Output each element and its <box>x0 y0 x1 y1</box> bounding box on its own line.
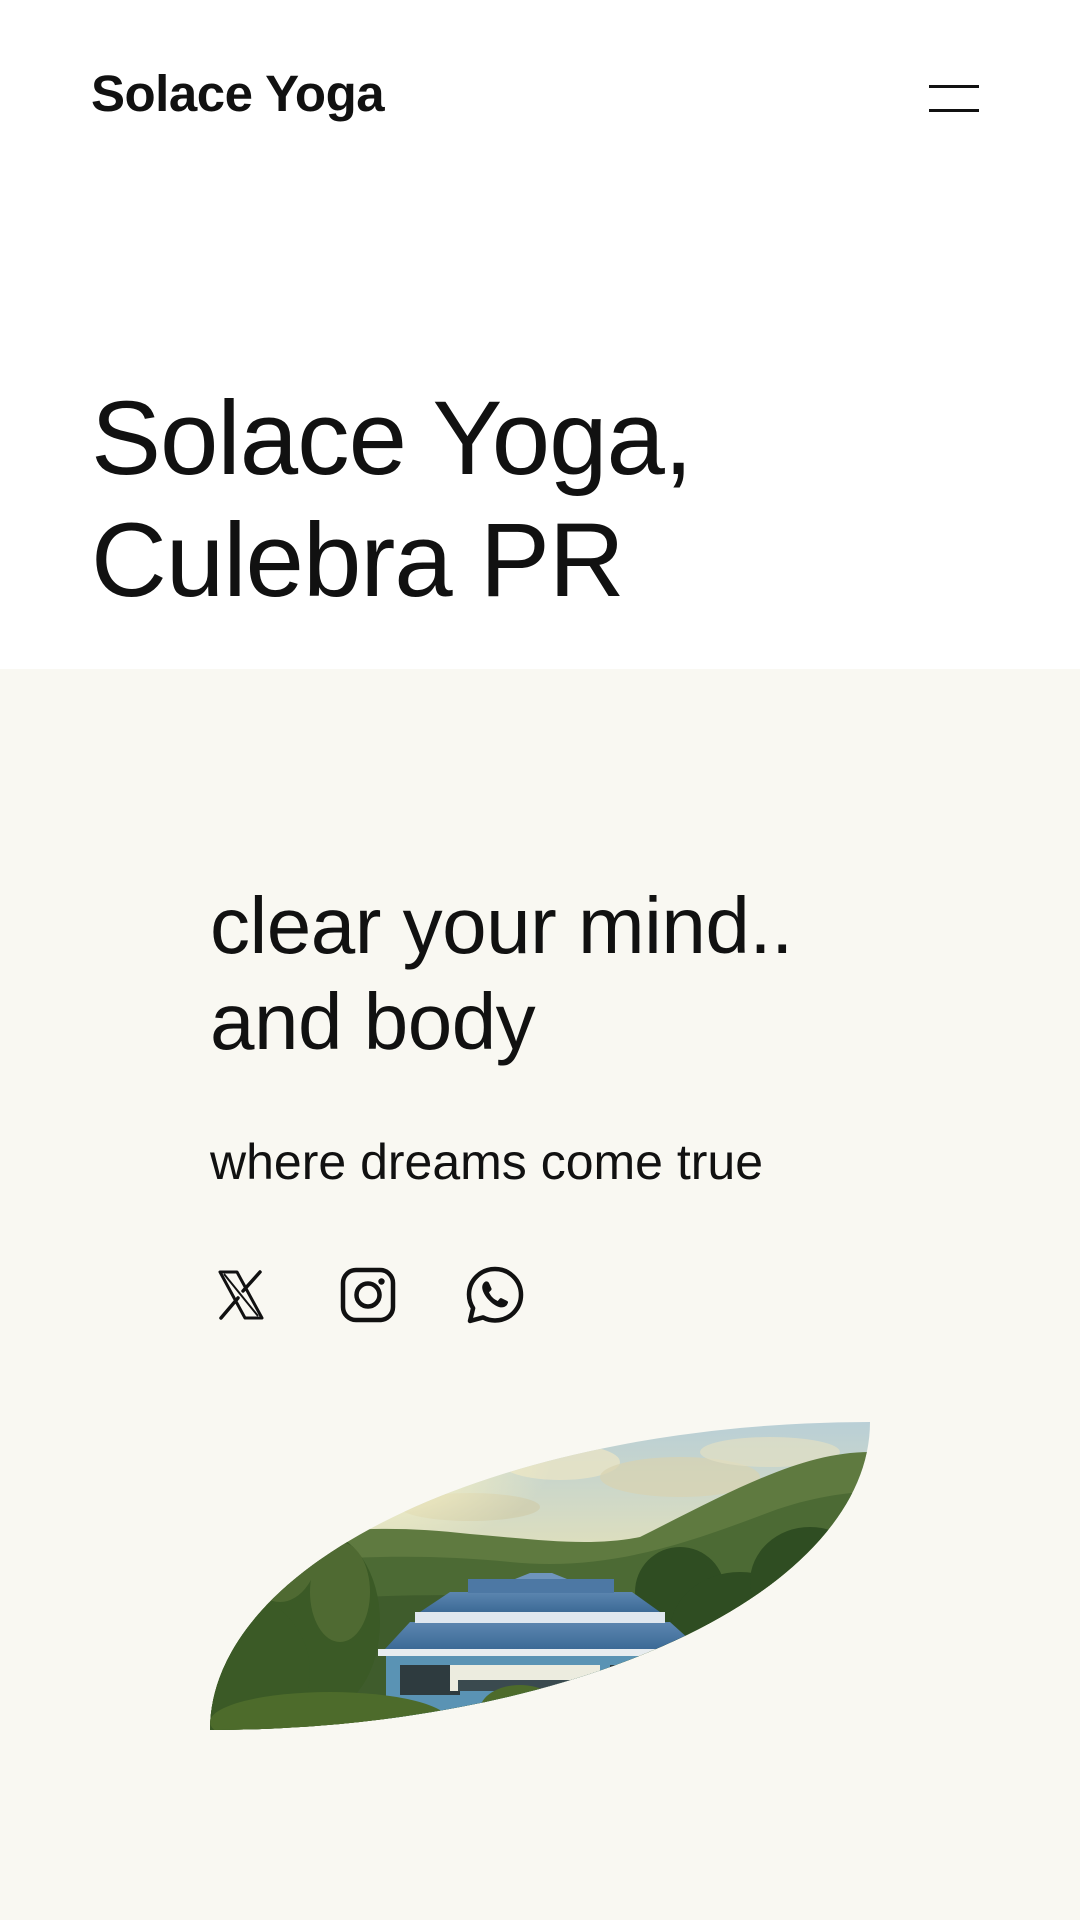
social-links <box>210 1264 591 1334</box>
hero-heading-line-1: clear your mind.. <box>210 881 793 970</box>
menu-button[interactable] <box>922 76 980 120</box>
page-title-line-2: Culebra PR <box>91 502 625 619</box>
whatsapp-link[interactable] <box>464 1264 526 1326</box>
hero-heading-line-2: and body <box>210 977 536 1066</box>
yoga-studio-photo <box>210 1422 870 1730</box>
x-icon <box>218 1270 264 1320</box>
whatsapp-icon <box>466 1266 524 1324</box>
page-title: Solace Yoga, Culebra PR <box>91 378 991 622</box>
hero-image <box>210 1422 870 1730</box>
hero-subheading: where dreams come true <box>210 1134 764 1190</box>
instagram-icon <box>340 1267 396 1323</box>
hero-heading: clear your mind.. and body <box>210 878 970 1070</box>
site-header: Solace Yoga <box>0 0 1080 190</box>
site-title[interactable]: Solace Yoga <box>91 64 385 124</box>
hero-section: clear your mind.. and body where dreams … <box>0 669 1080 1920</box>
x-link[interactable] <box>210 1264 272 1326</box>
page-title-line-1: Solace Yoga, <box>91 380 693 497</box>
instagram-link[interactable] <box>337 1264 399 1326</box>
